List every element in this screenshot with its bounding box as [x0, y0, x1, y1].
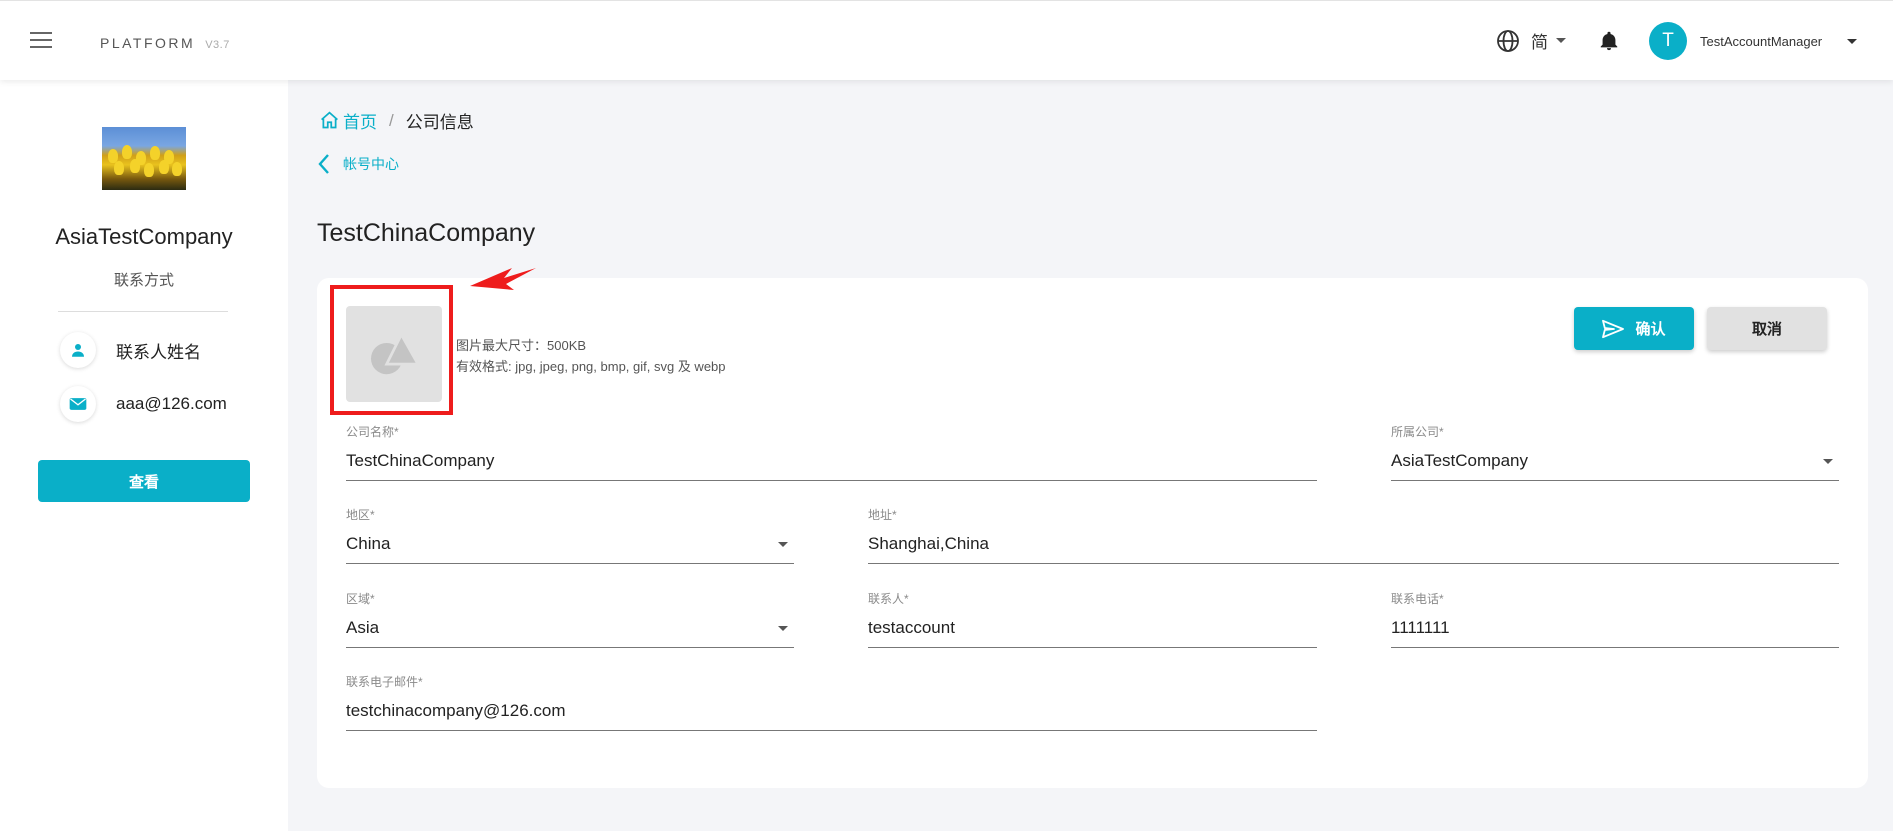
- contact-email-row: aaa@126.com: [60, 386, 227, 422]
- email-value: testchinacompany@126.com: [346, 701, 566, 720]
- chevron-down-icon: [1847, 38, 1858, 44]
- hamburger-menu-icon[interactable]: [30, 32, 52, 50]
- area-select[interactable]: 区域* Asia: [346, 590, 794, 648]
- chevron-down-icon: [778, 626, 788, 631]
- send-icon: [1602, 319, 1625, 338]
- region-value: China: [346, 534, 391, 553]
- version-label: V3.7: [205, 39, 230, 51]
- contact-person-field[interactable]: 联系人* testaccount: [868, 590, 1317, 648]
- upload-formats: 有效格式: jpg, jpeg, png, bmp, gif, svg 及 we…: [456, 359, 726, 374]
- contact-person-label: 联系人*: [868, 592, 909, 606]
- breadcrumb: 首页 / 公司信息: [319, 108, 474, 133]
- email-label: 联系电子邮件*: [346, 675, 423, 689]
- company-logo-image: [102, 127, 186, 190]
- divider: [58, 311, 228, 312]
- annotation-arrow-icon: [470, 268, 536, 290]
- upload-hint: 图片最大尺寸：500KB 有效格式: jpg, jpeg, png, bmp, …: [456, 335, 726, 377]
- area-value: Asia: [346, 618, 380, 637]
- phone-field[interactable]: 联系电话* 1111111: [1391, 590, 1839, 648]
- address-field[interactable]: 地址* Shanghai,China: [868, 506, 1839, 564]
- confirm-button[interactable]: 确认: [1574, 307, 1694, 350]
- contact-person-row: 联系人姓名: [60, 332, 201, 368]
- breadcrumb-current: 公司信息: [405, 113, 474, 132]
- user-menu[interactable]: T TestAccountManager: [1649, 22, 1858, 60]
- avatar: T: [1649, 22, 1687, 60]
- contact-email: aaa@126.com: [116, 394, 227, 413]
- view-button[interactable]: 查看: [38, 460, 250, 502]
- contact-person-value: testaccount: [868, 618, 955, 637]
- page-title: TestChinaCompany: [317, 219, 536, 247]
- app-brand: PLATFORM V3.7: [100, 35, 230, 51]
- contact-section-title: 联系方式: [113, 272, 174, 289]
- company-sidebar: AsiaTestCompany 联系方式 联系人姓名 aaa@126.com 查…: [0, 80, 288, 831]
- mail-icon: [60, 386, 96, 422]
- confirm-button-label: 确认: [1635, 321, 1666, 338]
- parent-company-label: 所属公司*: [1391, 425, 1444, 439]
- back-link[interactable]: 帐号中心: [317, 153, 399, 175]
- user-name: TestAccountManager: [1700, 33, 1823, 49]
- globe-icon: [1497, 29, 1519, 52]
- sidebar-company-name: AsiaTestCompany: [55, 224, 233, 249]
- address-value: Shanghai,China: [868, 534, 989, 553]
- region-label: 地区*: [346, 508, 375, 522]
- annotation-highlight-box: [330, 285, 453, 415]
- company-name-label: 公司名称*: [346, 425, 399, 439]
- back-link-label: 帐号中心: [343, 156, 399, 172]
- upload-max-size: 图片最大尺寸：500KB: [456, 338, 587, 353]
- area-label: 区域*: [346, 592, 375, 606]
- chevron-down-icon: [778, 542, 788, 547]
- phone-value: 1111111: [1391, 618, 1450, 637]
- person-icon: [60, 332, 96, 368]
- bell-icon[interactable]: [1598, 30, 1620, 52]
- region-select[interactable]: 地区* China: [346, 506, 794, 564]
- cancel-button[interactable]: 取消: [1707, 307, 1827, 350]
- company-name-field[interactable]: 公司名称* TestChinaCompany: [346, 423, 1317, 481]
- top-app-bar: PLATFORM V3.7 简 T TestAccountManager: [0, 0, 1893, 80]
- home-icon: [321, 111, 338, 129]
- brand-name: PLATFORM: [100, 35, 196, 51]
- chevron-left-icon: [318, 154, 329, 174]
- email-field[interactable]: 联系电子邮件* testchinacompany@126.com: [346, 673, 1317, 731]
- breadcrumb-home-label: 首页: [343, 113, 377, 132]
- contact-person-name: 联系人姓名: [116, 342, 201, 362]
- parent-company-value: AsiaTestCompany: [1391, 451, 1529, 470]
- phone-label: 联系电话*: [1391, 592, 1444, 606]
- language-label: 简: [1531, 33, 1548, 52]
- breadcrumb-home[interactable]: 首页: [319, 108, 377, 133]
- chevron-down-icon: [1823, 459, 1833, 464]
- parent-company-select[interactable]: 所属公司* AsiaTestCompany: [1391, 423, 1839, 481]
- chevron-down-icon: [1556, 38, 1566, 43]
- company-name-value: TestChinaCompany: [346, 451, 495, 470]
- address-label: 地址*: [868, 508, 897, 522]
- language-selector[interactable]: 简: [1496, 28, 1566, 53]
- breadcrumb-separator: /: [389, 110, 394, 130]
